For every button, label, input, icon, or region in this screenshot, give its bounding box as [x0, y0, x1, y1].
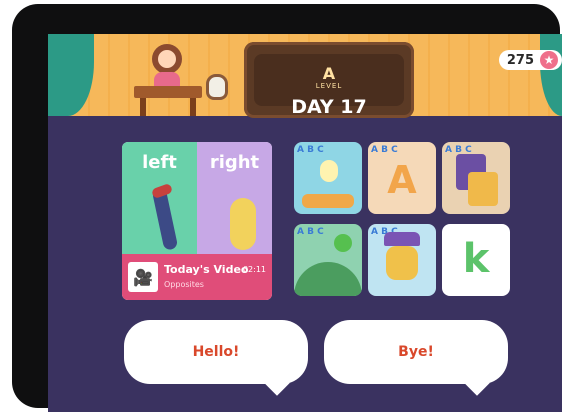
letter-a-tile: A [387, 158, 417, 202]
dog-avatar [206, 74, 228, 100]
activity-tile[interactable]: A B C A [368, 142, 436, 214]
app-screen: A LEVEL DAY 17 275 ★ left right 🎥 Today'… [48, 34, 562, 412]
star-icon: ★ [540, 51, 558, 69]
video-word-left: left [142, 152, 177, 173]
abc-icon: A B C [371, 145, 398, 155]
video-camera-icon: 🎥 [128, 262, 158, 292]
video-word-right: right [209, 152, 260, 173]
bye-button[interactable]: Bye! [324, 320, 508, 396]
teacher-avatar [152, 44, 182, 74]
feather-illustration [230, 198, 256, 250]
todays-video-card[interactable]: left right 🎥 Today's Video 02:11 Opposit… [122, 142, 272, 300]
bar-illustration [302, 194, 354, 208]
apple-icon [334, 234, 352, 252]
video-subtitle: Opposites [164, 280, 204, 289]
level-label: LEVEL [315, 82, 343, 90]
activity-tile[interactable]: k [442, 224, 510, 296]
activity-tile[interactable]: A B C [294, 142, 362, 214]
stars-value: 275 [506, 52, 534, 68]
day-label: DAY 17 [291, 96, 367, 118]
video-title: Today's Video [164, 263, 249, 276]
character-face-illustration [386, 246, 418, 280]
bulb-illustration [320, 160, 338, 182]
speech-bubble-tail [464, 370, 490, 396]
bye-label: Bye! [398, 344, 434, 360]
activity-tile[interactable]: A B C [294, 224, 362, 296]
activity-tile[interactable]: A B C [368, 224, 436, 296]
hat-illustration [384, 232, 420, 246]
tablet-device: A LEVEL DAY 17 275 ★ left right 🎥 Today'… [12, 4, 562, 412]
abc-icon: A B C [297, 145, 324, 155]
speech-bubble-tail [264, 370, 290, 396]
video-info-bar: 🎥 Today's Video 02:11 Opposites [122, 254, 272, 300]
desk-leg [140, 98, 146, 116]
hello-button[interactable]: Hello! [124, 320, 308, 396]
desk-leg [190, 98, 196, 116]
level-board-inner: A LEVEL DAY 17 [254, 54, 404, 118]
k-icon: k [462, 236, 490, 282]
hello-label: Hello! [192, 344, 240, 360]
level-board: A LEVEL DAY 17 [244, 42, 414, 118]
level-letter: A [322, 64, 336, 83]
card-illustration [468, 172, 498, 206]
abc-icon: A B C [297, 227, 324, 237]
stars-counter[interactable]: 275 ★ [498, 50, 562, 70]
desk [134, 86, 202, 98]
hill-illustration [294, 262, 362, 296]
classroom-banner: A LEVEL DAY 17 275 ★ [48, 34, 562, 118]
activity-tile[interactable]: A B C [442, 142, 510, 214]
video-duration: 02:11 [242, 265, 266, 274]
